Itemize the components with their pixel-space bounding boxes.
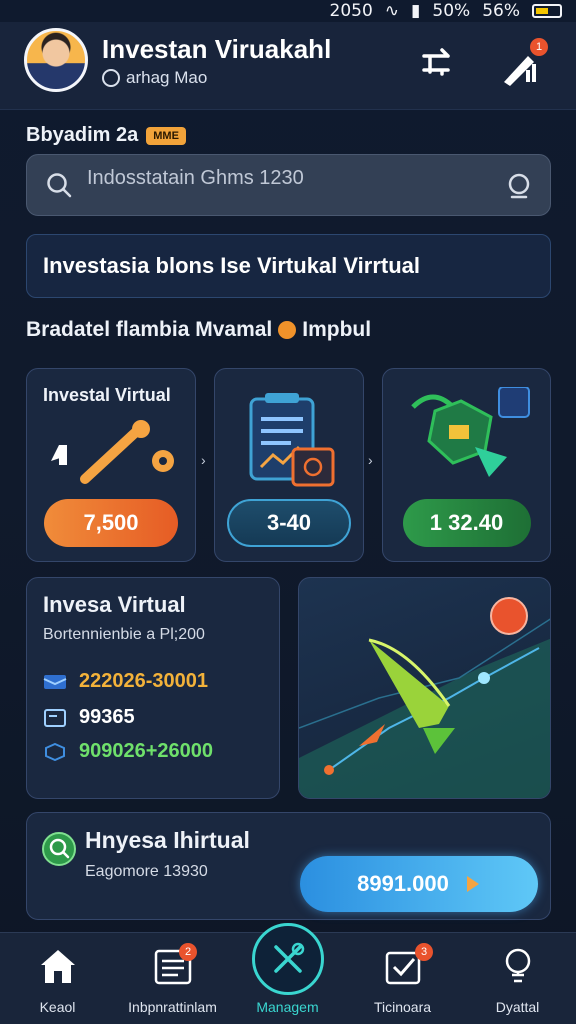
banner-text: Investasia blons Ise Virtukal Virrtual: [43, 253, 421, 278]
tab-digital[interactable]: Dyattal: [460, 933, 575, 1024]
card-label: Investal Virtual: [43, 385, 171, 405]
wrench-gear-icon: [51, 420, 174, 484]
avatar[interactable]: [24, 28, 88, 92]
list-item: 222026-30001: [43, 670, 208, 693]
bottom-tab-bar: Keaol 2 Inbpnrattinlam Managem 3 Ticinoa…: [0, 923, 576, 1024]
promo-subtitle: Eagomore 13930: [85, 863, 208, 880]
card-value-pill: 1 32.40: [402, 499, 531, 547]
search-bar[interactable]: Indosstatain Ghms 1230: [26, 154, 551, 216]
tools-icon: [273, 942, 304, 973]
hexagon-icon: [45, 742, 65, 761]
tab-label: Dyattal: [495, 999, 540, 1015]
at-icon: [102, 69, 120, 87]
tab-portfolio[interactable]: 2 Inbpnrattinlam: [115, 933, 230, 1024]
invest-button[interactable]: 8991.000: [300, 856, 538, 912]
section-title-suffix: Impbul: [302, 318, 372, 341]
promo-banner[interactable]: Investasia blons Ise Virtukal Virrtual: [26, 234, 551, 298]
signal-icon: ▮: [411, 1, 421, 21]
info-title: Invesa Virtual: [43, 592, 186, 617]
tab-label: Keaol: [39, 999, 76, 1015]
notification-badge: 1: [530, 38, 548, 56]
clock: 2050: [329, 1, 373, 21]
tab-label: Managem: [256, 999, 319, 1015]
tab-badge: 2: [179, 943, 197, 961]
home-icon: [40, 950, 75, 983]
search-circle-icon: [42, 832, 76, 866]
section-tag: MME: [146, 126, 186, 145]
chevron-right-icon: ›: [368, 452, 373, 468]
clipboard-chart-icon: [249, 393, 335, 487]
heart-icon: [278, 321, 297, 339]
active-tab-indicator: [251, 923, 324, 995]
tab-tasks[interactable]: 3 Ticinoara: [345, 933, 460, 1024]
section-title: Bbyadim 2a MME: [26, 124, 186, 147]
tab-label: Inbpnrattinlam: [128, 999, 217, 1015]
info-subtitle: Bortennienbie a Pl;200: [43, 626, 205, 643]
tab-manage[interactable]: Managem: [230, 923, 345, 1024]
status-bar: 2050 ∿ ▮ 50% 56%: [0, 0, 576, 22]
tab-label: Ticinoara: [373, 999, 432, 1015]
user-handle-text: arhag Mao: [126, 68, 208, 87]
section-title: Bradatel flambia Mvamal Impbul: [26, 318, 371, 342]
rocket-chart-icon: [299, 597, 550, 798]
wallet-icon: [43, 674, 67, 689]
row-value: 222026-30001: [79, 670, 209, 692]
card-value-pill: 3-40: [227, 499, 351, 547]
section-title-text: Bbyadim 2a: [26, 124, 139, 146]
promo-title: Hnyesa Ihirtual: [85, 827, 250, 853]
search-icon: [47, 173, 72, 198]
investment-card[interactable]: Investal Virtual 7,500: [26, 368, 196, 562]
page-title: Investan Viruakahl: [102, 34, 332, 64]
chevron-right-icon: ›: [201, 452, 206, 468]
list-item: 909026+26000: [43, 740, 213, 763]
user-handle: arhag Mao: [102, 68, 207, 88]
tab-home[interactable]: Keaol: [0, 933, 115, 1024]
battery-percent: 50%: [432, 1, 471, 21]
growth-illustration: [298, 577, 551, 799]
wifi-icon: ∿: [384, 1, 400, 21]
play-arrow-icon: [466, 876, 479, 892]
investment-card[interactable]: 1 32.40: [382, 368, 551, 562]
swap-icon[interactable]: [418, 44, 454, 80]
info-card[interactable]: Invesa Virtual Bortennienbie a Pl;200 22…: [26, 577, 280, 799]
invest-button-label: 8991.000: [357, 871, 449, 896]
card-value-pill: 7,500: [44, 499, 178, 547]
section-title-text: Bradatel flambia Mvamal: [26, 318, 273, 341]
tab-badge: 3: [415, 943, 433, 961]
app-header: Investan Viruakahl arhag Mao 1: [0, 22, 576, 110]
row-value: 909026+26000: [79, 740, 214, 762]
search-input[interactable]: Indosstatain Ghms 1230: [87, 167, 304, 190]
shield-diamond-icon: [411, 387, 530, 477]
card-icon: [44, 708, 66, 727]
investment-card[interactable]: 3-40: [214, 368, 364, 562]
voice-search-icon[interactable]: [504, 171, 534, 201]
bulb-icon: [505, 948, 530, 983]
battery-icon: [532, 4, 562, 18]
row-value: 99365: [79, 706, 135, 728]
list-item: 99365: [43, 706, 135, 729]
battery-level: 56%: [482, 1, 520, 21]
